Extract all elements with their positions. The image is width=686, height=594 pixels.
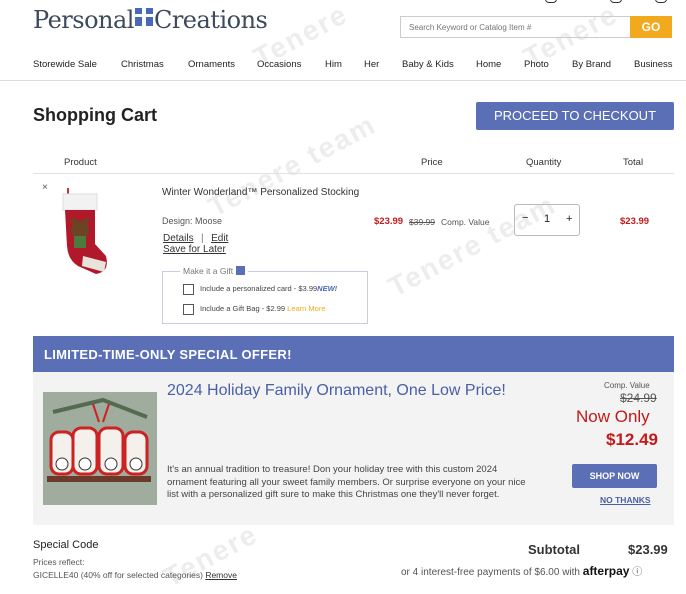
logo-text-b: Creations: [153, 6, 268, 34]
account-icons: [540, 0, 670, 6]
gift-bag-text: Include a Gift Bag - $2.99: [200, 304, 286, 313]
save-for-later-link[interactable]: Save for Later: [163, 244, 226, 255]
special-offer-banner: LIMITED-TIME-ONLY SPECIAL OFFER!: [33, 336, 674, 372]
chat-icon[interactable]: [610, 0, 622, 3]
no-thanks-link[interactable]: NO THANKS: [600, 495, 651, 505]
cart-icon[interactable]: [655, 0, 667, 3]
main-nav: Storewide Sale Christmas Ornaments Occas…: [0, 56, 686, 81]
nav-baby-kids[interactable]: Baby & Kids: [402, 59, 454, 70]
subtotal-label: Subtotal: [528, 542, 580, 557]
afterpay-logo: afterpay: [582, 564, 630, 578]
logo[interactable]: Personal Creations: [33, 6, 268, 34]
gift-options: Include a personalized card - $3.99NEW! …: [162, 271, 368, 324]
nav-christmas[interactable]: Christmas: [121, 59, 164, 70]
gift-bag-checkbox[interactable]: [183, 304, 194, 315]
nav-occasions[interactable]: Occasions: [257, 59, 301, 70]
offer-now-only: Now Only: [576, 407, 650, 426]
special-offer-title: LIMITED-TIME-ONLY SPECIAL OFFER!: [44, 347, 292, 362]
nav-storewide-sale[interactable]: Storewide Sale: [33, 59, 97, 70]
qty-value[interactable]: 1: [544, 213, 550, 225]
gift-card-checkbox[interactable]: [183, 284, 194, 295]
quantity-stepper: − 1 +: [514, 204, 580, 236]
link-separator: |: [201, 233, 204, 244]
nav-ornaments[interactable]: Ornaments: [188, 59, 235, 70]
nav-by-brand[interactable]: By Brand: [572, 59, 611, 70]
product-design: Design: Moose: [162, 216, 223, 226]
remove-code-link[interactable]: Remove: [205, 570, 237, 580]
gift-icon: [236, 266, 246, 275]
ornament-image[interactable]: [43, 392, 157, 505]
offer-price: $12.49: [606, 430, 658, 449]
nav-home[interactable]: Home: [476, 59, 501, 70]
nav-photo[interactable]: Photo: [524, 59, 549, 70]
offer-comp-value: Comp. Value: [604, 381, 650, 390]
gift-card-option[interactable]: Include a personalized card - $3.99NEW!: [200, 284, 337, 293]
nav-business[interactable]: Business: [634, 59, 673, 70]
search-go-button[interactable]: GO: [630, 16, 672, 38]
divider: [33, 173, 674, 174]
item-total: $23.99: [620, 216, 650, 227]
edit-link[interactable]: Edit: [211, 233, 228, 244]
product-image[interactable]: [58, 186, 108, 281]
col-product: Product: [64, 157, 97, 168]
product-name[interactable]: Winter Wonderland™ Personalized Stocking: [162, 186, 362, 199]
offer-product-title[interactable]: 2024 Holiday Family Ornament, One Low Pr…: [167, 381, 527, 400]
gift-bag-option[interactable]: Include a Gift Bag - $2.99 Learn More: [200, 304, 326, 313]
new-badge: NEW!: [317, 284, 338, 293]
promo-code: GICELLE40 (40% off for selected categori…: [33, 570, 237, 580]
make-it-a-gift-label: Make it a Gift: [180, 266, 249, 276]
search-bar: GO: [400, 16, 672, 38]
qty-minus-button[interactable]: −: [522, 212, 528, 224]
gift-icon: [134, 8, 153, 26]
afterpay-message: or 4 interest-free payments of $6.00 wit…: [401, 563, 642, 578]
nav-him[interactable]: Him: [325, 59, 342, 70]
remove-item-button[interactable]: ×: [42, 182, 48, 193]
search-input[interactable]: [401, 17, 629, 37]
proceed-to-checkout-button[interactable]: PROCEED TO CHECKOUT: [476, 102, 674, 130]
qty-plus-button[interactable]: +: [566, 213, 572, 225]
logo-text-a: Personal: [33, 6, 134, 34]
shop-now-button[interactable]: SHOP NOW: [572, 464, 657, 488]
promo-code-text: GICELLE40 (40% off for selected categori…: [33, 570, 203, 580]
afterpay-info-icon[interactable]: ⓘ: [632, 567, 642, 578]
details-link[interactable]: Details: [163, 233, 194, 244]
account-icon[interactable]: [545, 0, 557, 3]
offer-description: It's an annual tradition to treasure! Do…: [167, 464, 526, 500]
comp-value-label: Comp. Value: [441, 217, 490, 227]
item-price: $23.99: [374, 216, 404, 227]
learn-more-link[interactable]: Learn More: [287, 304, 325, 313]
afterpay-text: or 4 interest-free payments of $6.00 wit…: [401, 567, 580, 578]
gift-card-text: Include a personalized card - $3.99: [200, 284, 318, 293]
col-total: Total: [623, 157, 644, 168]
subtotal-value: $23.99: [628, 542, 668, 557]
special-code-label: Special Code: [33, 539, 99, 551]
offer-old-price: $24.99: [620, 391, 657, 405]
col-price: Price: [421, 157, 443, 168]
gift-label-text: Make it a Gift: [183, 266, 234, 276]
nav-her[interactable]: Her: [364, 59, 379, 70]
item-old-price: $39.99: [409, 217, 435, 227]
col-quantity: Quantity: [526, 157, 562, 168]
page-title: Shopping Cart: [33, 105, 157, 125]
prices-reflect-label: Prices reflect:: [33, 557, 85, 567]
